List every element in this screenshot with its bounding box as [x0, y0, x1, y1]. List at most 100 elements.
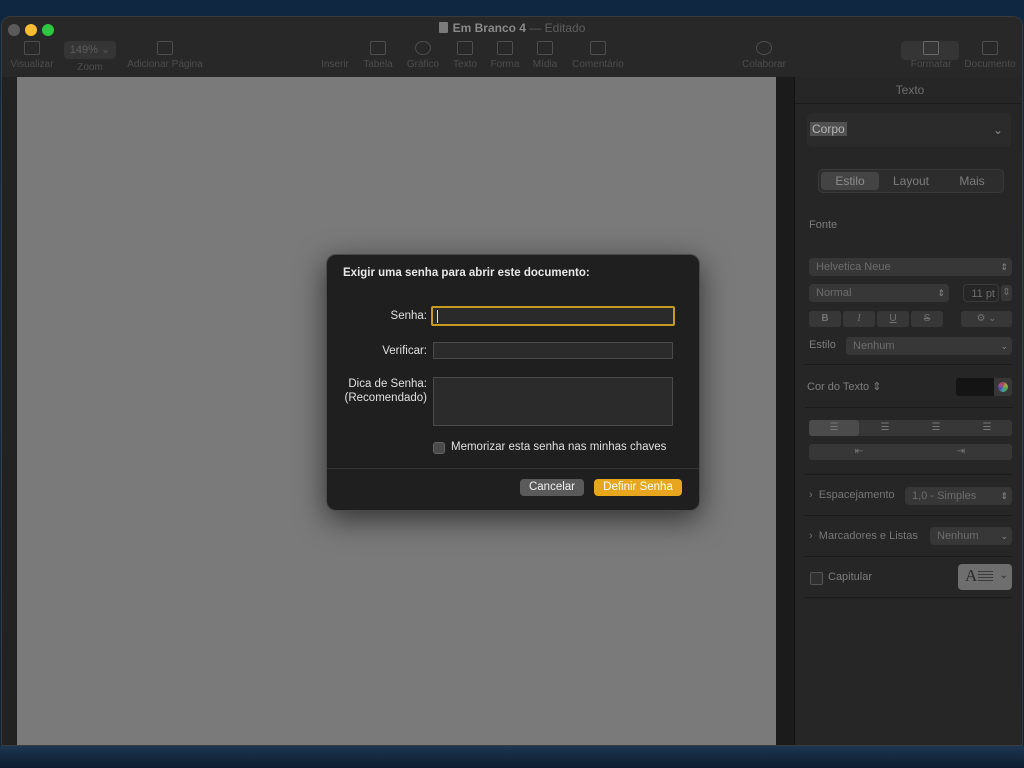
collaborate-label: Colaborar: [742, 59, 786, 70]
text-caret: [437, 310, 438, 323]
font-family-select[interactable]: Helvetica Neue ⇕: [809, 258, 1012, 276]
spacing-label: Espacejamento: [818, 489, 895, 501]
bullets-disclosure[interactable]: › Marcadores e Listas: [809, 530, 918, 542]
media-button[interactable]: Mídia: [530, 41, 560, 70]
drop-cap-letter-icon: A: [965, 566, 978, 585]
desktop-dock-area: [0, 746, 1024, 768]
insert-button[interactable]: Inserir: [318, 41, 352, 70]
hint-label: Dica de Senha: (Recomendado): [345, 377, 427, 405]
paintbrush-icon: [923, 41, 939, 55]
bullets-label: Marcadores e Listas: [818, 530, 918, 542]
shape-button[interactable]: Forma: [488, 41, 522, 70]
decrease-indent-button[interactable]: ⇤: [834, 444, 884, 460]
document-settings-icon: [982, 41, 998, 55]
paragraph-style-select[interactable]: Corpo ⌄: [807, 113, 1011, 147]
color-wheel-button[interactable]: [994, 378, 1012, 396]
add-page-button[interactable]: Adicionar Página: [126, 41, 204, 70]
divider: [805, 407, 1013, 408]
table-button[interactable]: Tabela: [360, 41, 396, 70]
media-label: Mídia: [532, 59, 558, 70]
format-button[interactable]: Formatar: [904, 41, 958, 70]
chevron-right-icon: ›: [809, 489, 813, 501]
shape-label: Forma: [490, 59, 520, 70]
alignment-control: ☰ ☰ ☰ ☰: [809, 420, 1012, 436]
zoom-control[interactable]: 149% ⌄ Zoom: [62, 41, 118, 73]
drop-cap-style-picker[interactable]: A ⌄: [958, 564, 1012, 590]
line-spacing-select[interactable]: 1,0 - Simples ⇕: [905, 487, 1012, 505]
text-options-button[interactable]: ⚙ ⌄: [961, 311, 1012, 327]
add-page-label: Adicionar Página: [127, 59, 203, 70]
align-center-button[interactable]: ☰: [860, 420, 910, 436]
inspector-tabs: Estilo Layout Mais: [818, 169, 1004, 193]
document-button[interactable]: Documento: [962, 41, 1018, 70]
format-label: Formatar: [910, 59, 952, 70]
text-label: Texto: [453, 59, 477, 70]
bold-button[interactable]: B: [809, 311, 841, 327]
underline-button[interactable]: U: [877, 311, 909, 327]
divider: [805, 597, 1013, 598]
bullets-select[interactable]: Nenhum ⌄: [930, 527, 1012, 545]
up-down-icon: ⇕: [1000, 491, 1008, 501]
view-label: Visualizar: [10, 59, 54, 70]
hint-label-line2: (Recomendado): [344, 392, 427, 404]
align-left-button[interactable]: ☰: [809, 420, 859, 436]
toolbar: Em Branco 4 — Editado Visualizar 149% ⌄ …: [2, 17, 1022, 77]
chevron-down-icon: ⌄: [999, 570, 1008, 581]
italic-button[interactable]: I: [843, 311, 875, 327]
text-color-label[interactable]: Cor do Texto ⇕: [807, 380, 881, 393]
spacing-disclosure[interactable]: › Espacejamento: [809, 489, 895, 501]
text-button[interactable]: Texto: [450, 41, 480, 70]
typeface-select[interactable]: Normal ⇕: [809, 284, 949, 302]
up-down-icon: ⇕: [937, 288, 945, 298]
bullets-value: Nenhum: [937, 530, 979, 542]
password-field[interactable]: [431, 306, 675, 326]
hint-field[interactable]: [433, 377, 673, 426]
paragraph-icon: [327, 41, 343, 55]
dialog-title: Exigir uma senha para abrir este documen…: [343, 267, 590, 279]
view-button[interactable]: Visualizar: [10, 41, 54, 70]
font-family-value: Helvetica Neue: [816, 261, 891, 273]
divider: [805, 474, 1013, 475]
title-separator: —: [529, 21, 542, 35]
chart-button[interactable]: Gráfico: [404, 41, 442, 70]
typeface-value: Normal: [816, 287, 852, 299]
insert-label: Inserir: [321, 59, 349, 70]
format-inspector: Texto Corpo ⌄ Estilo Layout Mais Fonte H…: [794, 77, 1022, 745]
increase-indent-button[interactable]: ⇥: [936, 444, 986, 460]
document-state: Editado: [544, 21, 586, 35]
divider: [805, 556, 1013, 557]
line-spacing-value: 1,0 - Simples: [912, 490, 977, 502]
collaborate-button[interactable]: Colaborar: [738, 41, 790, 70]
set-password-button[interactable]: Definir Senha: [594, 479, 682, 496]
chevron-down-icon: ⌄: [1000, 341, 1008, 351]
zoom-popup[interactable]: 149% ⌄: [64, 41, 116, 59]
font-size-stepper[interactable]: ⇕: [1001, 285, 1012, 301]
add-page-icon: [157, 41, 173, 55]
justify-button[interactable]: ☰: [962, 420, 1012, 436]
document-label: Documento: [964, 59, 1016, 70]
text-color-well[interactable]: [956, 378, 994, 396]
tab-estilo[interactable]: Estilo: [821, 172, 879, 190]
tab-layout[interactable]: Layout: [882, 172, 940, 190]
chart-label: Gráfico: [406, 59, 440, 70]
verify-field[interactable]: [433, 342, 673, 359]
comment-button[interactable]: Comentário: [568, 41, 628, 70]
zoom-label: Zoom: [77, 62, 103, 73]
drop-cap-checkbox[interactable]: [810, 572, 823, 585]
document-name: Em Branco 4: [452, 21, 526, 35]
align-right-button[interactable]: ☰: [911, 420, 961, 436]
chart-icon: [415, 41, 431, 55]
hint-label-line1: Dica de Senha:: [348, 378, 427, 390]
text-box-icon: [457, 41, 473, 55]
collaborate-icon: [756, 41, 772, 55]
strikethrough-button[interactable]: S: [911, 311, 943, 327]
dialog-separator: [327, 468, 699, 469]
table-icon: [370, 41, 386, 55]
text-color-label-text: Cor do Texto: [807, 381, 870, 393]
character-style-select[interactable]: Nenhum ⌄: [846, 337, 1012, 355]
tab-mais[interactable]: Mais: [943, 172, 1001, 190]
cancel-button[interactable]: Cancelar: [520, 479, 584, 496]
remember-keychain-checkbox[interactable]: [433, 442, 445, 454]
font-size-field[interactable]: 11 pt: [963, 284, 999, 302]
zoom-value: 149%: [69, 44, 98, 56]
